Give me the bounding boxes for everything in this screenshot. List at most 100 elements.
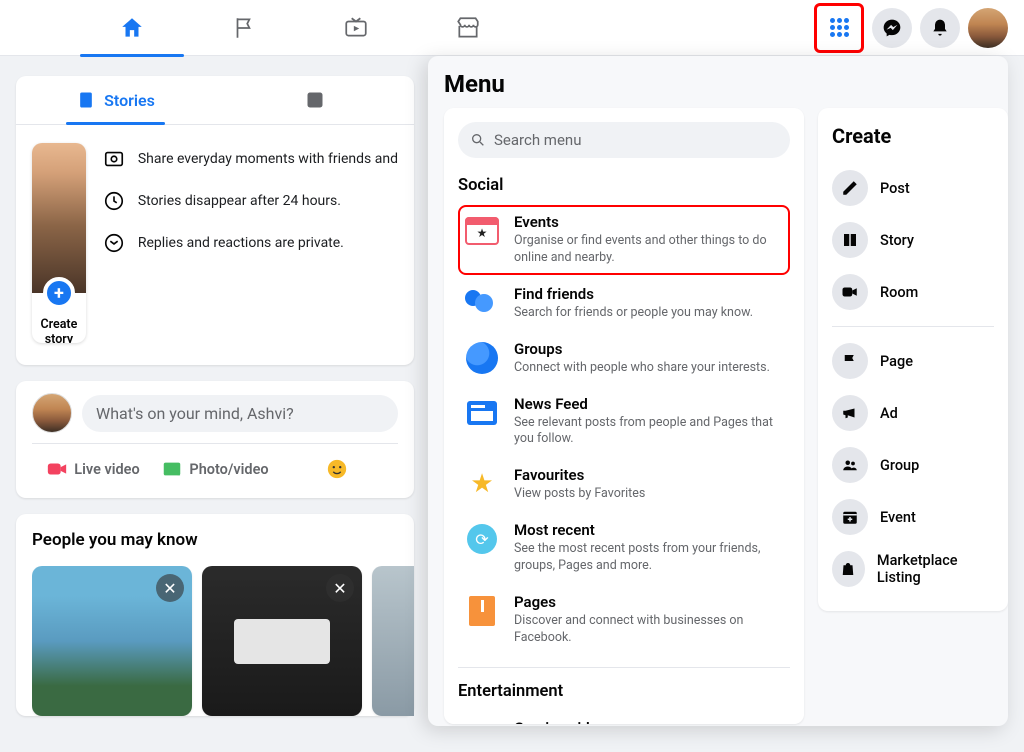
menu-item-desc: View posts by Favorites xyxy=(514,486,784,503)
feeling-icon xyxy=(326,458,348,480)
reels-icon xyxy=(305,90,325,110)
create-page[interactable]: Page xyxy=(832,335,994,387)
create-room-label: Room xyxy=(880,284,918,301)
edit-icon xyxy=(841,179,859,197)
menu-item-favourites[interactable]: ★ Favourites View posts by Favorites xyxy=(458,458,790,511)
flag-icon xyxy=(841,352,859,370)
story-info-text-2: Stories disappear after 24 hours. xyxy=(138,193,341,209)
groups-icon xyxy=(464,340,500,376)
menu-item-groups[interactable]: Groups Connect with people who share you… xyxy=(458,332,790,385)
composer-input[interactable]: What's on your mind, Ashvi? xyxy=(82,395,398,432)
feeling-button[interactable] xyxy=(276,450,398,488)
create-story-tile[interactable]: + Create story xyxy=(32,143,86,343)
section-social-title: Social xyxy=(458,176,790,195)
tab-stories-label: Stories xyxy=(104,91,155,110)
menu-item-events[interactable]: Events Organise or find events and other… xyxy=(458,205,790,275)
create-panel: Create Post Story Room Page Ad xyxy=(818,108,1008,611)
pages-icon xyxy=(464,593,500,629)
menu-panel: Menu Search menu Social Events Organise … xyxy=(428,56,1008,726)
close-icon[interactable]: ✕ xyxy=(326,574,354,602)
marketplace-icon xyxy=(455,15,481,41)
stories-icon xyxy=(76,90,96,110)
close-icon[interactable]: ✕ xyxy=(156,574,184,602)
live-video-button[interactable]: Live video xyxy=(32,450,154,488)
tab-stories[interactable]: Stories xyxy=(16,76,215,124)
menu-item-title: Most recent xyxy=(514,521,784,539)
photo-video-button[interactable]: Photo/video xyxy=(154,450,276,488)
menu-item-most-recent[interactable]: ⟳ Most recent See the most recent posts … xyxy=(458,513,790,583)
composer-card: What's on your mind, Ashvi? Live video P… xyxy=(16,381,414,498)
home-icon xyxy=(119,15,145,41)
menu-item-title: News Feed xyxy=(514,395,784,413)
stories-info: Share everyday moments with friends and … xyxy=(102,143,398,343)
menu-item-news-feed[interactable]: News Feed See relevant posts from people… xyxy=(458,387,790,457)
menu-item-desc: Discover and connect with businesses on … xyxy=(514,613,784,647)
nav-watch[interactable] xyxy=(300,0,412,56)
search-icon xyxy=(470,132,486,148)
notifications-button[interactable] xyxy=(920,8,960,48)
messenger-button[interactable] xyxy=(872,8,912,48)
favourites-icon: ★ xyxy=(464,466,500,502)
story-info-text-3: Replies and reactions are private. xyxy=(138,235,344,251)
composer-avatar[interactable] xyxy=(32,393,72,433)
photos-icon xyxy=(103,148,125,170)
video-icon xyxy=(841,283,859,301)
section-entertainment-title: Entertainment xyxy=(458,682,790,701)
most-recent-icon: ⟳ xyxy=(464,521,500,557)
menu-search-placeholder: Search menu xyxy=(494,131,581,149)
create-ad-label: Ad xyxy=(880,405,898,422)
menu-item-desc: Search for friends or people you may kno… xyxy=(514,305,784,322)
create-story-label: Story xyxy=(880,232,914,249)
account-avatar[interactable] xyxy=(968,8,1008,48)
create-ad[interactable]: Ad xyxy=(832,387,994,439)
photo-video-icon xyxy=(161,458,183,480)
create-group-label: Group xyxy=(880,457,919,474)
pymk-title: People you may know xyxy=(32,530,414,550)
clock-icon xyxy=(103,190,125,212)
live-video-icon xyxy=(46,458,68,480)
menu-item-gaming-video[interactable]: Gaming video xyxy=(458,711,790,724)
group-icon xyxy=(841,456,859,474)
menu-item-title: Groups xyxy=(514,340,784,358)
find-friends-icon xyxy=(464,285,500,321)
events-icon xyxy=(464,213,500,249)
story-info-text-1: Share everyday moments with friends and xyxy=(138,151,398,167)
create-post[interactable]: Post xyxy=(832,162,994,214)
watch-icon xyxy=(343,15,369,41)
create-marketplace-listing[interactable]: Marketplace Listing xyxy=(832,543,994,595)
menu-item-title: Gaming video xyxy=(514,719,784,724)
menu-item-pages[interactable]: Pages Discover and connect with business… xyxy=(458,585,790,655)
pymk-suggestion-2[interactable]: ✕ xyxy=(202,566,362,716)
pymk-card: People you may know ✕ ✕ xyxy=(16,514,414,716)
reply-icon xyxy=(103,232,125,254)
menu-item-desc: See the most recent posts from your frie… xyxy=(514,541,784,575)
menu-item-title: Favourites xyxy=(514,466,784,484)
menu-item-find-friends[interactable]: Find friends Search for friends or peopl… xyxy=(458,277,790,330)
stories-card: Stories + Create story Share everyday mo… xyxy=(16,76,414,365)
nav-tabs xyxy=(76,0,524,56)
messenger-icon xyxy=(882,18,902,38)
pymk-suggestion-1[interactable]: ✕ xyxy=(32,566,192,716)
pymk-suggestion-3[interactable] xyxy=(372,566,414,716)
book-icon xyxy=(841,231,859,249)
live-video-label: Live video xyxy=(74,461,139,478)
menu-grid-icon xyxy=(830,18,849,37)
create-room[interactable]: Room xyxy=(832,266,994,318)
create-group[interactable]: Group xyxy=(832,439,994,491)
top-navigation xyxy=(0,0,1024,56)
nav-pages[interactable] xyxy=(188,0,300,56)
tab-reels[interactable] xyxy=(215,76,414,124)
menu-item-title: Pages xyxy=(514,593,784,611)
menu-item-desc: See relevant posts from people and Pages… xyxy=(514,415,784,449)
plus-icon: + xyxy=(43,277,75,309)
bag-icon xyxy=(839,560,857,578)
calendar-plus-icon xyxy=(841,508,859,526)
nav-marketplace[interactable] xyxy=(412,0,524,56)
menu-button[interactable] xyxy=(819,8,859,48)
nav-home[interactable] xyxy=(76,0,188,56)
topnav-right xyxy=(814,3,1008,53)
create-story[interactable]: Story xyxy=(832,214,994,266)
create-marketplace-label: Marketplace Listing xyxy=(877,552,994,586)
create-event[interactable]: Event xyxy=(832,491,994,543)
menu-search[interactable]: Search menu xyxy=(458,122,790,158)
